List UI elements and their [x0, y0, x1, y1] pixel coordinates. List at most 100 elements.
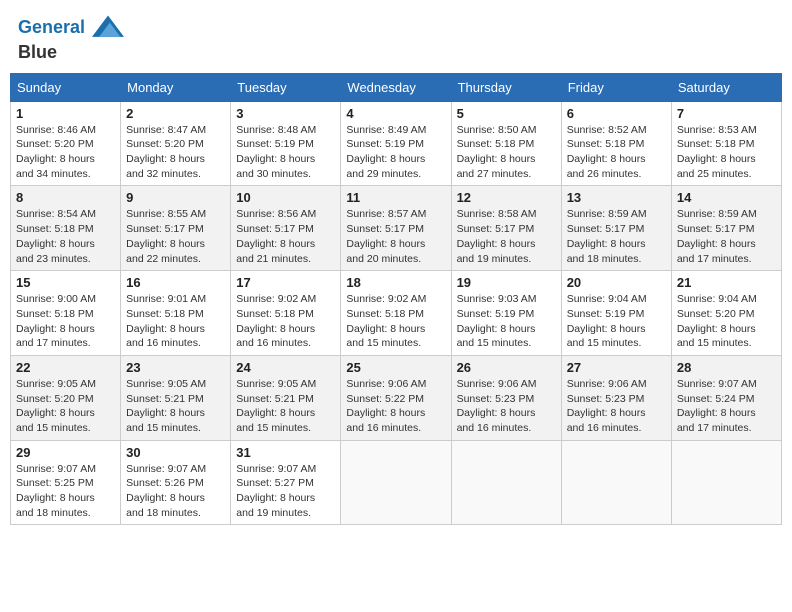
day-info: Sunrise: 8:53 AMSunset: 5:18 PMDaylight:…	[677, 123, 776, 182]
calendar-cell: 14 Sunrise: 8:59 AMSunset: 5:17 PMDaylig…	[671, 186, 781, 271]
calendar-cell: 22 Sunrise: 9:05 AMSunset: 5:20 PMDaylig…	[11, 355, 121, 440]
day-info: Sunrise: 9:01 AMSunset: 5:18 PMDaylight:…	[126, 292, 225, 351]
calendar-cell	[451, 440, 561, 525]
day-number: 31	[236, 445, 335, 460]
day-info: Sunrise: 9:00 AMSunset: 5:18 PMDaylight:…	[16, 292, 115, 351]
day-number: 15	[16, 275, 115, 290]
calendar-cell: 17 Sunrise: 9:02 AMSunset: 5:18 PMDaylig…	[231, 271, 341, 356]
weekday-header-tuesday: Tuesday	[231, 73, 341, 101]
logo-text: General	[18, 14, 124, 42]
day-number: 17	[236, 275, 335, 290]
day-number: 10	[236, 190, 335, 205]
weekday-header-wednesday: Wednesday	[341, 73, 451, 101]
day-number: 19	[457, 275, 556, 290]
day-number: 14	[677, 190, 776, 205]
day-number: 6	[567, 106, 666, 121]
calendar-header-row: SundayMondayTuesdayWednesdayThursdayFrid…	[11, 73, 782, 101]
day-info: Sunrise: 8:50 AMSunset: 5:18 PMDaylight:…	[457, 123, 556, 182]
calendar-cell: 10 Sunrise: 8:56 AMSunset: 5:17 PMDaylig…	[231, 186, 341, 271]
calendar-week-row: 15 Sunrise: 9:00 AMSunset: 5:18 PMDaylig…	[11, 271, 782, 356]
day-info: Sunrise: 9:02 AMSunset: 5:18 PMDaylight:…	[236, 292, 335, 351]
calendar-cell: 28 Sunrise: 9:07 AMSunset: 5:24 PMDaylig…	[671, 355, 781, 440]
calendar-cell: 15 Sunrise: 9:00 AMSunset: 5:18 PMDaylig…	[11, 271, 121, 356]
calendar-cell: 1 Sunrise: 8:46 AMSunset: 5:20 PMDayligh…	[11, 101, 121, 186]
day-info: Sunrise: 9:07 AMSunset: 5:26 PMDaylight:…	[126, 462, 225, 521]
calendar-cell: 31 Sunrise: 9:07 AMSunset: 5:27 PMDaylig…	[231, 440, 341, 525]
calendar-week-row: 22 Sunrise: 9:05 AMSunset: 5:20 PMDaylig…	[11, 355, 782, 440]
weekday-header-thursday: Thursday	[451, 73, 561, 101]
day-number: 25	[346, 360, 445, 375]
day-number: 24	[236, 360, 335, 375]
logo: General Blue	[18, 14, 124, 63]
calendar-cell: 29 Sunrise: 9:07 AMSunset: 5:25 PMDaylig…	[11, 440, 121, 525]
day-info: Sunrise: 9:04 AMSunset: 5:19 PMDaylight:…	[567, 292, 666, 351]
day-info: Sunrise: 9:05 AMSunset: 5:21 PMDaylight:…	[126, 377, 225, 436]
day-info: Sunrise: 9:06 AMSunset: 5:23 PMDaylight:…	[567, 377, 666, 436]
day-number: 23	[126, 360, 225, 375]
day-info: Sunrise: 8:49 AMSunset: 5:19 PMDaylight:…	[346, 123, 445, 182]
day-info: Sunrise: 8:46 AMSunset: 5:20 PMDaylight:…	[16, 123, 115, 182]
day-info: Sunrise: 9:06 AMSunset: 5:23 PMDaylight:…	[457, 377, 556, 436]
day-info: Sunrise: 8:58 AMSunset: 5:17 PMDaylight:…	[457, 207, 556, 266]
calendar-cell: 18 Sunrise: 9:02 AMSunset: 5:18 PMDaylig…	[341, 271, 451, 356]
day-info: Sunrise: 9:06 AMSunset: 5:22 PMDaylight:…	[346, 377, 445, 436]
day-number: 21	[677, 275, 776, 290]
day-info: Sunrise: 8:48 AMSunset: 5:19 PMDaylight:…	[236, 123, 335, 182]
day-info: Sunrise: 9:05 AMSunset: 5:20 PMDaylight:…	[16, 377, 115, 436]
day-number: 7	[677, 106, 776, 121]
day-info: Sunrise: 9:07 AMSunset: 5:25 PMDaylight:…	[16, 462, 115, 521]
day-number: 11	[346, 190, 445, 205]
day-info: Sunrise: 8:59 AMSunset: 5:17 PMDaylight:…	[567, 207, 666, 266]
calendar-cell: 30 Sunrise: 9:07 AMSunset: 5:26 PMDaylig…	[121, 440, 231, 525]
day-number: 27	[567, 360, 666, 375]
day-info: Sunrise: 8:55 AMSunset: 5:17 PMDaylight:…	[126, 207, 225, 266]
day-info: Sunrise: 8:57 AMSunset: 5:17 PMDaylight:…	[346, 207, 445, 266]
calendar-cell: 5 Sunrise: 8:50 AMSunset: 5:18 PMDayligh…	[451, 101, 561, 186]
day-number: 1	[16, 106, 115, 121]
day-info: Sunrise: 9:07 AMSunset: 5:24 PMDaylight:…	[677, 377, 776, 436]
weekday-header-saturday: Saturday	[671, 73, 781, 101]
calendar-week-row: 29 Sunrise: 9:07 AMSunset: 5:25 PMDaylig…	[11, 440, 782, 525]
day-number: 18	[346, 275, 445, 290]
calendar-cell: 2 Sunrise: 8:47 AMSunset: 5:20 PMDayligh…	[121, 101, 231, 186]
day-number: 12	[457, 190, 556, 205]
day-number: 30	[126, 445, 225, 460]
calendar-cell	[341, 440, 451, 525]
day-number: 28	[677, 360, 776, 375]
calendar-cell: 16 Sunrise: 9:01 AMSunset: 5:18 PMDaylig…	[121, 271, 231, 356]
day-info: Sunrise: 8:54 AMSunset: 5:18 PMDaylight:…	[16, 207, 115, 266]
day-info: Sunrise: 9:05 AMSunset: 5:21 PMDaylight:…	[236, 377, 335, 436]
calendar-cell: 20 Sunrise: 9:04 AMSunset: 5:19 PMDaylig…	[561, 271, 671, 356]
calendar-cell: 21 Sunrise: 9:04 AMSunset: 5:20 PMDaylig…	[671, 271, 781, 356]
day-number: 8	[16, 190, 115, 205]
calendar-cell: 7 Sunrise: 8:53 AMSunset: 5:18 PMDayligh…	[671, 101, 781, 186]
day-number: 20	[567, 275, 666, 290]
day-info: Sunrise: 9:04 AMSunset: 5:20 PMDaylight:…	[677, 292, 776, 351]
day-info: Sunrise: 8:52 AMSunset: 5:18 PMDaylight:…	[567, 123, 666, 182]
calendar-cell: 11 Sunrise: 8:57 AMSunset: 5:17 PMDaylig…	[341, 186, 451, 271]
calendar-cell: 6 Sunrise: 8:52 AMSunset: 5:18 PMDayligh…	[561, 101, 671, 186]
page-header: General Blue	[10, 10, 782, 67]
calendar-cell: 27 Sunrise: 9:06 AMSunset: 5:23 PMDaylig…	[561, 355, 671, 440]
day-info: Sunrise: 8:47 AMSunset: 5:20 PMDaylight:…	[126, 123, 225, 182]
calendar-table: SundayMondayTuesdayWednesdayThursdayFrid…	[10, 73, 782, 526]
calendar-cell: 24 Sunrise: 9:05 AMSunset: 5:21 PMDaylig…	[231, 355, 341, 440]
day-number: 9	[126, 190, 225, 205]
calendar-cell	[671, 440, 781, 525]
day-number: 22	[16, 360, 115, 375]
weekday-header-monday: Monday	[121, 73, 231, 101]
day-number: 29	[16, 445, 115, 460]
calendar-cell: 26 Sunrise: 9:06 AMSunset: 5:23 PMDaylig…	[451, 355, 561, 440]
calendar-cell: 25 Sunrise: 9:06 AMSunset: 5:22 PMDaylig…	[341, 355, 451, 440]
logo-subtext: Blue	[18, 42, 124, 63]
day-number: 26	[457, 360, 556, 375]
day-info: Sunrise: 8:56 AMSunset: 5:17 PMDaylight:…	[236, 207, 335, 266]
calendar-cell: 8 Sunrise: 8:54 AMSunset: 5:18 PMDayligh…	[11, 186, 121, 271]
calendar-cell: 3 Sunrise: 8:48 AMSunset: 5:19 PMDayligh…	[231, 101, 341, 186]
day-info: Sunrise: 9:07 AMSunset: 5:27 PMDaylight:…	[236, 462, 335, 521]
day-number: 13	[567, 190, 666, 205]
day-number: 2	[126, 106, 225, 121]
day-number: 5	[457, 106, 556, 121]
day-number: 4	[346, 106, 445, 121]
calendar-cell: 13 Sunrise: 8:59 AMSunset: 5:17 PMDaylig…	[561, 186, 671, 271]
